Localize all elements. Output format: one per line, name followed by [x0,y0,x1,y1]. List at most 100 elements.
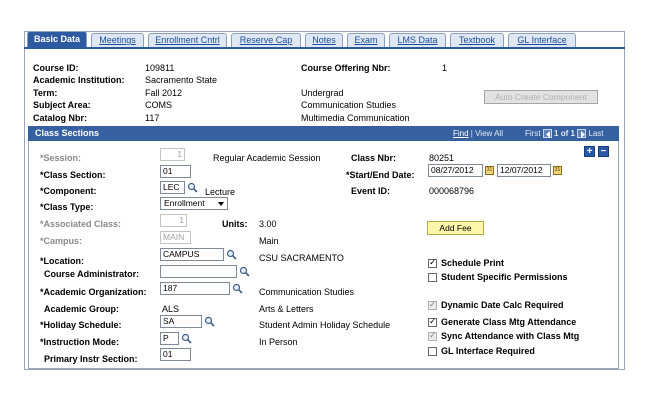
schedule-print-label: Schedule Print [441,258,505,268]
dynamic-date-label: Dynamic Date Calc Required [441,300,564,310]
class-sections-title: Class Sections [35,128,100,138]
first-link[interactable]: First [525,129,541,138]
class-type-label: *Class Type: [40,202,94,212]
course-admin-label: Course Administrator: [44,269,140,279]
component-label: *Component: [40,186,97,196]
holiday-input[interactable]: SA [160,315,202,328]
acad-group-label: Academic Group: [44,304,120,314]
tab-strip: Basic Data Meetings Enrollment Cntrl Res… [24,31,625,48]
last-link[interactable]: Last [588,129,603,138]
class-type-select[interactable]: Enrollment [160,197,228,210]
end-date-calendar-icon[interactable]: 31 [553,166,562,175]
row-range: 1 of 1 [554,129,575,138]
acad-org-desc: Communication Studies [259,287,355,297]
add-fee-button[interactable]: Add Fee [427,221,484,235]
session-input: 1 [160,148,185,161]
location-desc: CSU SACRAMENTO [259,253,344,263]
acad-group-value: ALS [162,304,180,314]
institution-label: Academic Institution: [33,75,125,85]
campus-label: *Campus: [40,236,83,246]
class-section-input[interactable]: 01 [160,165,191,178]
units-label: Units: [222,219,248,229]
component-lookup-icon[interactable] [187,182,198,193]
generate-attendance-checkbox[interactable]: ✓ [428,316,437,327]
catalog-label: Catalog Nbr: [33,113,87,123]
start-date-calendar-icon[interactable]: 31 [485,166,494,175]
start-date-input[interactable]: 08/27/2012 [428,164,483,177]
primary-instr-input[interactable]: 01 [160,348,191,361]
instr-mode-label: *Instruction Mode: [40,337,119,347]
acad-org-input[interactable]: 187 [160,282,230,295]
acad-group-desc: Arts & Letters [259,304,314,314]
component-input[interactable]: LEC [160,181,185,194]
check-icon: ✓ [429,316,437,326]
subject-desc: Communication Studies [301,100,397,110]
check-icon: ✓ [429,299,437,309]
units-value: 3.00 [259,219,277,229]
tab-exam[interactable]: Exam [347,33,385,48]
campus-input: MAIN [160,231,191,244]
previous-arrow-icon[interactable] [542,129,552,138]
schedule-print-checkbox[interactable]: ✓ [428,257,437,268]
catalog-value: 117 [145,113,160,123]
delete-row-icon[interactable]: − [598,146,609,157]
view-all-link[interactable]: View All [475,129,503,138]
tab-textbook[interactable]: Textbook [450,33,504,48]
subject-label: Subject Area: [33,100,91,110]
class-section-label: *Class Section: [40,170,106,180]
session-label: *Session: [40,153,82,163]
add-row-icon[interactable]: + [584,146,595,157]
gl-interface-checkbox[interactable] [428,347,437,356]
sync-attendance-checkbox: ✓ [428,330,437,341]
tab-notes[interactable]: Notes [305,33,343,48]
location-label: *Location: [40,256,84,266]
tab-basic-data[interactable]: Basic Data [27,31,87,48]
term-label: Term: [33,88,58,98]
class-nbr-value: 80251 [429,153,455,163]
generate-attendance-label: Generate Class Mtg Attendance [441,317,577,327]
primary-instr-label: Primary Instr Section: [44,354,138,364]
course-offering-value: 1 [442,63,448,73]
tab-meetings[interactable]: Meetings [91,33,144,48]
auto-create-component-button[interactable]: Auto Create Component [484,90,598,104]
location-lookup-icon[interactable] [226,249,237,260]
section-nav: Find | View All [453,129,503,138]
acad-org-label: *Academic Organization: [40,287,147,297]
course-offering-label: Course Offering Nbr: [301,63,391,73]
course-admin-lookup-icon[interactable] [239,266,250,277]
career-value: Undergrad [301,88,344,98]
course-id-label: Course ID: [33,63,79,73]
gl-interface-label: GL Interface Required [441,346,535,356]
subject-value: COMS [145,100,172,110]
tab-lms-data[interactable]: LMS Data [389,33,446,48]
tab-underline [24,47,625,49]
student-permissions-label: Student Specific Permissions [441,272,568,282]
end-date-input[interactable]: 12/07/2012 [497,164,551,177]
chevron-down-icon [218,202,224,206]
class-type-value: Enrollment [164,198,205,208]
course-admin-input[interactable] [160,265,237,278]
holiday-label: *Holiday Schedule: [40,320,122,330]
catalog-desc: Multimedia Communication [301,113,410,123]
campus-desc: Main [259,236,279,246]
nav-separator: | [470,129,473,138]
tab-reserve-cap[interactable]: Reserve Cap [231,33,301,48]
next-arrow-icon[interactable] [577,129,587,138]
student-permissions-checkbox[interactable] [428,273,437,282]
class-nbr-label: Class Nbr: [351,153,397,163]
sync-attendance-label: Sync Attendance with Class Mtg [441,331,580,341]
tab-enrollment-cntrl[interactable]: Enrollment Cntrl [148,33,227,48]
holiday-lookup-icon[interactable] [204,316,215,327]
acad-org-lookup-icon[interactable] [232,283,243,294]
class-sections-header: Class Sections Find | View All First 1 o… [28,126,619,141]
course-id-value: 109811 [145,63,175,73]
tab-gl-interface[interactable]: GL Interface [508,33,576,48]
location-input[interactable]: CAMPUS [160,248,224,261]
event-id-label: Event ID: [351,186,391,196]
associated-class-input: 1 [160,214,187,227]
find-link[interactable]: Find [453,129,469,138]
start-end-label: *Start/End Date: [346,170,415,180]
instr-mode-desc: In Person [259,337,298,347]
instr-mode-lookup-icon[interactable] [181,333,192,344]
instr-mode-input[interactable]: P [160,332,179,345]
